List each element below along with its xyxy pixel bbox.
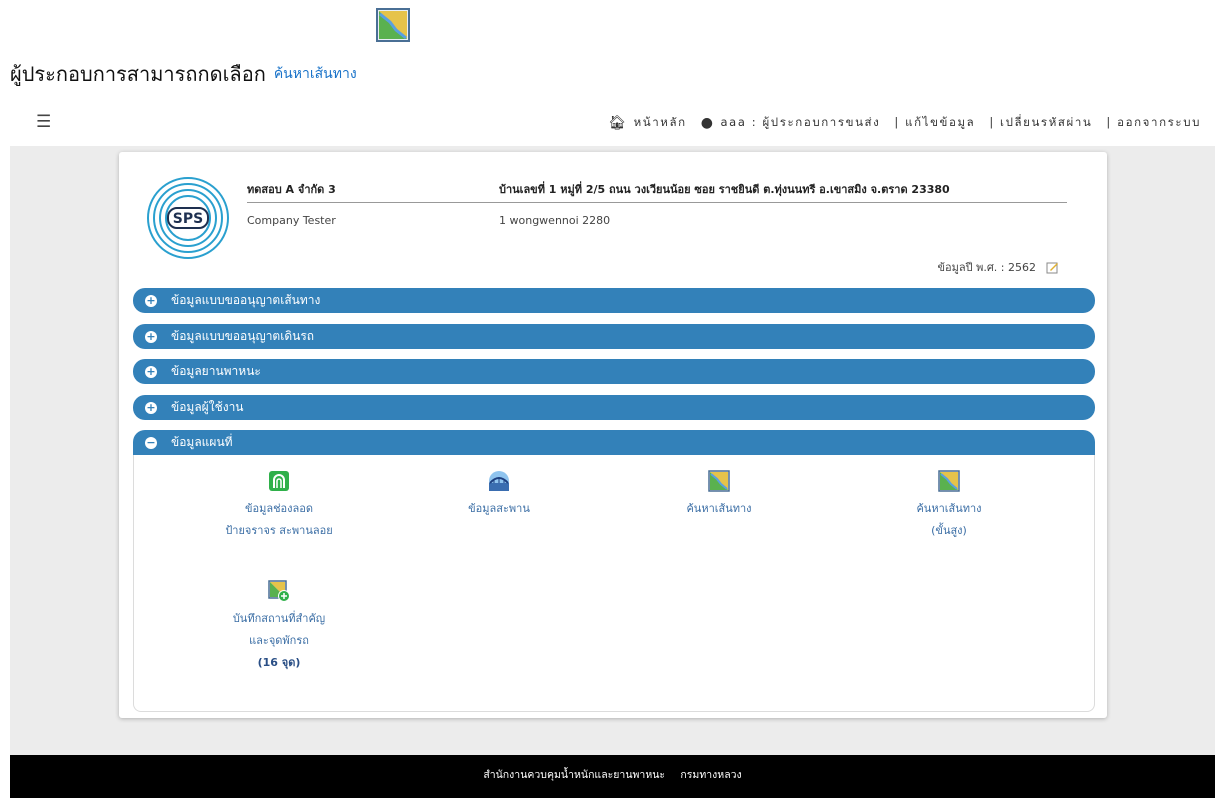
expand-icon: + bbox=[145, 365, 157, 378]
accordion-route-permit[interactable]: + ข้อมูลแบบขออนุญาตเส้นทาง bbox=[133, 288, 1095, 313]
accordion-vehicles[interactable]: + ข้อมูลยานพาหนะ bbox=[133, 359, 1095, 384]
company-name: ทดสอบ A จำกัด 3 bbox=[247, 183, 336, 196]
tile-save-places[interactable]: บันทึกสถานที่สำคัญ และจุดพักรถ (16 จุด) bbox=[169, 580, 389, 674]
tile-save-places-line2: และจุดพักรถ bbox=[249, 634, 309, 647]
tile-save-places-count: (16 จุด) bbox=[257, 656, 301, 669]
nav-links: 🏠︎ หน้าหลัก ● aaa : ผู้ประกอบการขนส่ง | … bbox=[594, 114, 1201, 132]
tile-tunnel[interactable]: ข้อมูลช่องลอด ป้ายจราจร สะพานลอย bbox=[169, 470, 389, 542]
nav-logout[interactable]: | ออกจากระบบ bbox=[1106, 114, 1201, 132]
top-nav: ☰ 🏠︎ หน้าหลัก ● aaa : ผู้ประกอบการขนส่ง … bbox=[0, 108, 1215, 140]
instruction-caption: ผู้ประกอบการสามารถกดเลือก ค้นหาเส้นทาง bbox=[10, 58, 357, 90]
map-route-icon bbox=[376, 8, 410, 42]
nav-logout-label: | ออกจากระบบ bbox=[1106, 115, 1201, 129]
nav-user[interactable]: ● aaa : ผู้ประกอบการขนส่ง bbox=[701, 114, 881, 132]
collapse-icon: − bbox=[145, 436, 157, 449]
expand-icon: + bbox=[145, 330, 157, 343]
tile-bridge[interactable]: ข้อมูลสะพาน bbox=[389, 470, 609, 520]
company-name-en: Company Tester bbox=[247, 214, 336, 227]
edit-icon[interactable] bbox=[1046, 261, 1059, 274]
map-route-icon bbox=[708, 470, 730, 492]
map-add-icon bbox=[268, 580, 290, 602]
accordion-map[interactable]: − ข้อมูลแผนที่ bbox=[133, 430, 1095, 455]
accordion-users[interactable]: + ข้อมูลผู้ใช้งาน bbox=[133, 395, 1095, 420]
tile-route-search-advanced-line2: (ขั้นสูง) bbox=[931, 524, 967, 537]
caption-link[interactable]: ค้นหาเส้นทาง bbox=[274, 66, 357, 82]
footer-office: สำนักงานควบคุมน้ำหนักและยานพาหนะ bbox=[483, 769, 666, 781]
company-address-en: 1 wongwennoi 2280 bbox=[499, 214, 611, 227]
main-panel: SPS ทดสอบ A จำกัด 3 บ้านเลขที่ 1 หมู่ที่… bbox=[119, 152, 1107, 718]
hamburger-menu-icon[interactable]: ☰ bbox=[36, 112, 51, 132]
footer-dept: กรมทางหลวง bbox=[680, 769, 742, 781]
tile-save-places-line1: บันทึกสถานที่สำคัญ bbox=[232, 612, 326, 625]
nav-change-password-label: | เปลี่ยนรหัสผ่าน bbox=[989, 115, 1093, 129]
accordion-label: ข้อมูลแบบขออนุญาตเดินรถ bbox=[171, 329, 315, 343]
footer: สำนักงานควบคุมน้ำหนักและยานพาหนะ กรมทางห… bbox=[10, 755, 1215, 798]
accordion-label: ข้อมูลแบบขออนุญาตเส้นทาง bbox=[171, 293, 321, 307]
tile-route-search-line1: ค้นหาเส้นทาง bbox=[686, 502, 752, 515]
tile-tunnel-line2: ป้ายจราจร สะพานลอย bbox=[225, 524, 333, 537]
bridge-icon bbox=[489, 471, 509, 491]
nav-edit-profile[interactable]: | แก้ไขข้อมูล bbox=[894, 114, 975, 132]
nav-home-label: หน้าหลัก bbox=[633, 115, 687, 129]
map-section-body: ข้อมูลช่องลอด ป้ายจราจร สะพานลอย ข้อมูลส… bbox=[133, 455, 1095, 712]
company-address: บ้านเลขที่ 1 หมู่ที่ 2/5 ถนน วงเวียนน้อย… bbox=[499, 183, 950, 196]
user-circle-icon: ● bbox=[700, 115, 715, 131]
nav-edit-profile-label: | แก้ไขข้อมูล bbox=[894, 115, 976, 129]
caption-text: ผู้ประกอบการสามารถกดเลือก bbox=[10, 62, 266, 86]
tile-route-search-advanced[interactable]: ค้นหาเส้นทาง (ขั้นสูง) bbox=[839, 470, 1059, 542]
company-logo: SPS bbox=[147, 177, 229, 259]
year-info: ข้อมูลปี พ.ศ. : 2562 bbox=[937, 258, 1059, 276]
tile-route-search-advanced-line1: ค้นหาเส้นทาง bbox=[916, 502, 982, 515]
accordion-label: ข้อมูลแผนที่ bbox=[171, 435, 233, 449]
nav-home[interactable]: 🏠︎ หน้าหลัก bbox=[608, 114, 686, 132]
tile-route-search[interactable]: ค้นหาเส้นทาง bbox=[609, 470, 829, 520]
tunnel-icon bbox=[269, 471, 289, 491]
accordion-driving-permit[interactable]: + ข้อมูลแบบขออนุญาตเดินรถ bbox=[133, 324, 1095, 349]
expand-icon: + bbox=[145, 294, 157, 307]
expand-icon: + bbox=[145, 401, 157, 414]
map-route-advanced-icon bbox=[938, 470, 960, 492]
nav-user-label: aaa : ผู้ประกอบการขนส่ง bbox=[720, 115, 881, 129]
tile-tunnel-line1: ข้อมูลช่องลอด bbox=[244, 502, 314, 515]
accordion-label: ข้อมูลผู้ใช้งาน bbox=[171, 400, 244, 414]
logo-text: SPS bbox=[173, 211, 203, 227]
home-icon: 🏠︎ bbox=[608, 115, 628, 131]
accordion-label: ข้อมูลยานพาหนะ bbox=[171, 364, 261, 378]
nav-change-password[interactable]: | เปลี่ยนรหัสผ่าน bbox=[989, 114, 1092, 132]
tile-bridge-line1: ข้อมูลสะพาน bbox=[468, 502, 530, 515]
year-label: ข้อมูลปี พ.ศ. : 2562 bbox=[937, 261, 1036, 274]
